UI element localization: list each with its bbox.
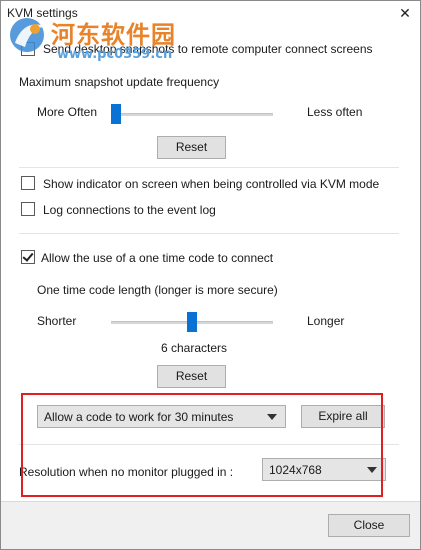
frequency-slider-track[interactable] <box>111 113 273 116</box>
code-length-value: 6 characters <box>161 341 228 355</box>
title-bar: KVM settings ✕ <box>1 1 420 27</box>
window-title: KVM settings <box>7 6 78 20</box>
code-length-slider-thumb[interactable] <box>187 312 197 332</box>
divider <box>19 233 399 234</box>
allow-one-time-code-checkbox[interactable] <box>21 250 35 264</box>
dialog-footer: Close <box>1 501 420 549</box>
divider <box>19 167 399 168</box>
annotation-highlight-box <box>21 393 383 497</box>
code-length-reset-button[interactable]: Reset <box>157 365 226 388</box>
frequency-min-label: More Often <box>37 105 98 119</box>
show-indicator-label: Show indicator on screen when being cont… <box>43 177 380 191</box>
show-indicator-checkbox[interactable] <box>21 176 35 190</box>
allow-one-time-code-label: Allow the use of a one time code to conn… <box>41 251 274 265</box>
code-length-max-label: Longer <box>307 314 345 328</box>
snapshot-frequency-label: Maximum snapshot update frequency <box>19 75 220 89</box>
send-snapshots-checkbox[interactable] <box>21 42 35 56</box>
log-connections-label: Log connections to the event log <box>43 203 216 217</box>
send-snapshots-label: Send desktop snapshots to remote compute… <box>43 42 373 56</box>
code-length-min-label: Shorter <box>37 314 77 328</box>
code-length-label: One time code length (longer is more sec… <box>37 283 278 297</box>
log-connections-checkbox[interactable] <box>21 202 35 216</box>
frequency-slider-thumb[interactable] <box>111 104 121 124</box>
close-button[interactable]: Close <box>328 514 410 537</box>
frequency-reset-button[interactable]: Reset <box>157 136 226 159</box>
kvm-settings-window: KVM settings ✕ Send desktop snapshots to… <box>0 0 421 550</box>
window-close-icon[interactable]: ✕ <box>390 1 420 25</box>
frequency-max-label: Less often <box>307 105 363 119</box>
